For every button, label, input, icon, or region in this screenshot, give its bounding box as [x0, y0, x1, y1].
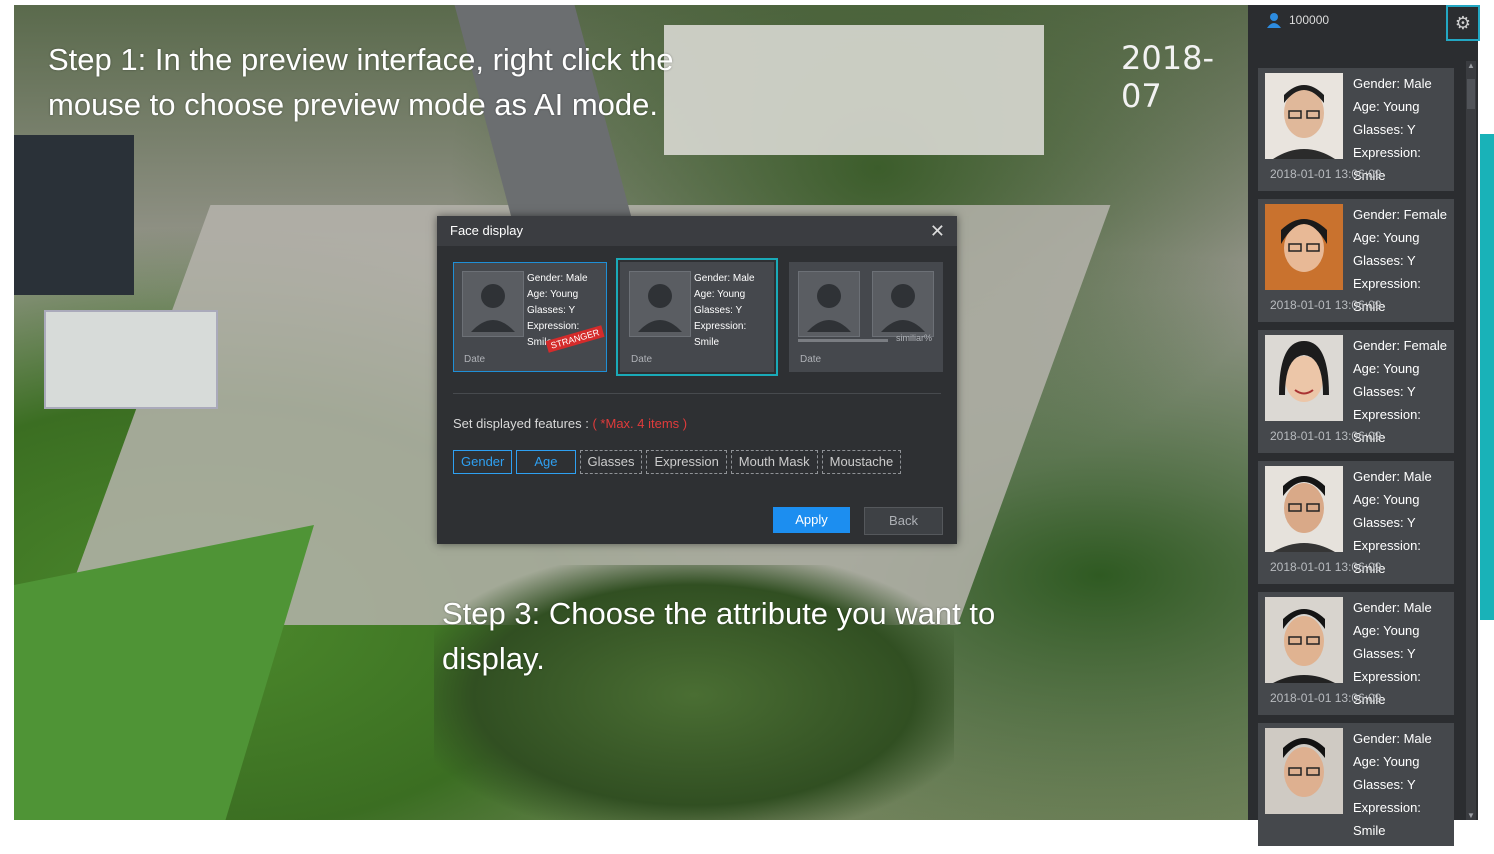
- panel-header: 100000 ⚙: [1248, 5, 1480, 41]
- face-photo: [1265, 204, 1343, 290]
- face-card-templates: Gender: Male Age: Young Glasses: Y Expre…: [453, 258, 943, 376]
- features-max-note: ( *Max. 4 items ): [592, 416, 688, 431]
- face-timestamp: 2018-01-01 13:06:09: [1270, 691, 1382, 705]
- feature-age[interactable]: Age: [516, 450, 576, 474]
- avatar-placeholder: [798, 271, 860, 337]
- card-date: Date: [631, 354, 653, 365]
- face-timestamp: 2018-01-01 13:06:09: [1270, 429, 1382, 443]
- face-card-compare[interactable]: similiar% Date: [789, 262, 943, 372]
- scroll-thumb[interactable]: [1467, 79, 1475, 109]
- side-accent-bar: [1480, 134, 1494, 620]
- list-item[interactable]: Gender: Male Age: Young Glasses: Y Expressi…: [1258, 723, 1454, 846]
- feature-mouth-mask[interactable]: Mouth Mask: [730, 450, 818, 474]
- face-photo: [1265, 335, 1343, 421]
- close-icon[interactable]: ✕: [930, 216, 945, 246]
- features-label: Set displayed features : ( *Max. 4 items…: [453, 416, 688, 431]
- feature-moustache[interactable]: Moustache: [821, 450, 902, 474]
- pavilion: [664, 25, 1044, 155]
- card-date: Date: [800, 354, 822, 365]
- building: [14, 135, 134, 295]
- feature-gender[interactable]: Gender: [453, 450, 513, 474]
- scroll-down-icon[interactable]: ▼: [1467, 811, 1475, 820]
- step3-instruction: Step 3: Choose the attribute you want to…: [442, 596, 996, 676]
- scrollbar[interactable]: ▲ ▼: [1466, 61, 1476, 820]
- card-attributes: Gender: Male Age: Young Glasses: Y Expre…: [694, 273, 755, 348]
- face-card-stranger[interactable]: Gender: Male Age: Young Glasses: Y Expre…: [453, 262, 607, 372]
- face-timestamp: 2018-01-01 13:06:09: [1270, 167, 1382, 181]
- avatar-placeholder: [462, 271, 524, 337]
- card-date: Date: [464, 354, 486, 365]
- face-card-normal[interactable]: Gender: Male Age: Young Glasses: Y Expre…: [616, 258, 778, 376]
- face-photo: [1265, 73, 1343, 159]
- list-item[interactable]: Gender: Female Age: Young Glasses: Y Expres…: [1258, 199, 1454, 322]
- dialog-title: Face display: [450, 223, 523, 238]
- divider: [453, 393, 941, 394]
- feature-glasses[interactable]: Glasses: [579, 450, 643, 474]
- feature-chips: Gender Age Glasses Expression Mouth Mask Mous…: [453, 450, 905, 474]
- scroll-up-icon[interactable]: ▲: [1467, 61, 1475, 70]
- avatar-placeholder: [629, 271, 691, 337]
- step1-instruction: Step 1: In the preview interface, right …: [48, 42, 674, 122]
- list-item[interactable]: Gender: Male Age: Young Glasses: Y Expressi…: [1258, 461, 1454, 584]
- face-capture-panel: 100000 ⚙ ▲ ▼ Gender: Male Age: Young Glass…: [1248, 5, 1480, 846]
- similarity-label: similiar%: [896, 333, 932, 343]
- list-item[interactable]: Gender: Male Age: Young Glasses: Y Expressi…: [1258, 592, 1454, 715]
- face-timestamp: 2018-01-01 13:06:09: [1270, 298, 1382, 312]
- feature-expression[interactable]: Expression: [646, 450, 727, 474]
- gear-icon[interactable]: ⚙: [1446, 5, 1480, 41]
- list-item[interactable]: Gender: Female Age: Young Glasses: Y Expres…: [1258, 330, 1454, 453]
- avatar-placeholder: [872, 271, 934, 337]
- face-photo: [1265, 728, 1343, 814]
- truck: [44, 310, 218, 409]
- similarity-bar: [798, 339, 888, 342]
- preview-clock: 2018-07: [1121, 39, 1214, 115]
- face-attributes: Gender: Male Age: Young Glasses: Y Expressi…: [1353, 731, 1432, 838]
- face-photo: [1265, 466, 1343, 552]
- face-photo: [1265, 597, 1343, 683]
- face-display-dialog: Face display ✕ Gender: Male Age: Young G…: [437, 216, 957, 544]
- user-icon: [1267, 13, 1281, 28]
- apply-button[interactable]: Apply: [773, 507, 850, 533]
- lawn: [14, 525, 314, 820]
- back-button[interactable]: Back: [864, 507, 943, 535]
- user-id: 100000: [1289, 13, 1330, 27]
- face-timestamp: 2018-01-01 13:06:09: [1270, 560, 1382, 574]
- dialog-titlebar: Face display ✕: [437, 216, 957, 246]
- list-item[interactable]: Gender: Male Age: Young Glasses: Y Expressi…: [1258, 68, 1454, 191]
- face-list: Gender: Male Age: Young Glasses: Y Expressi…: [1258, 68, 1454, 854]
